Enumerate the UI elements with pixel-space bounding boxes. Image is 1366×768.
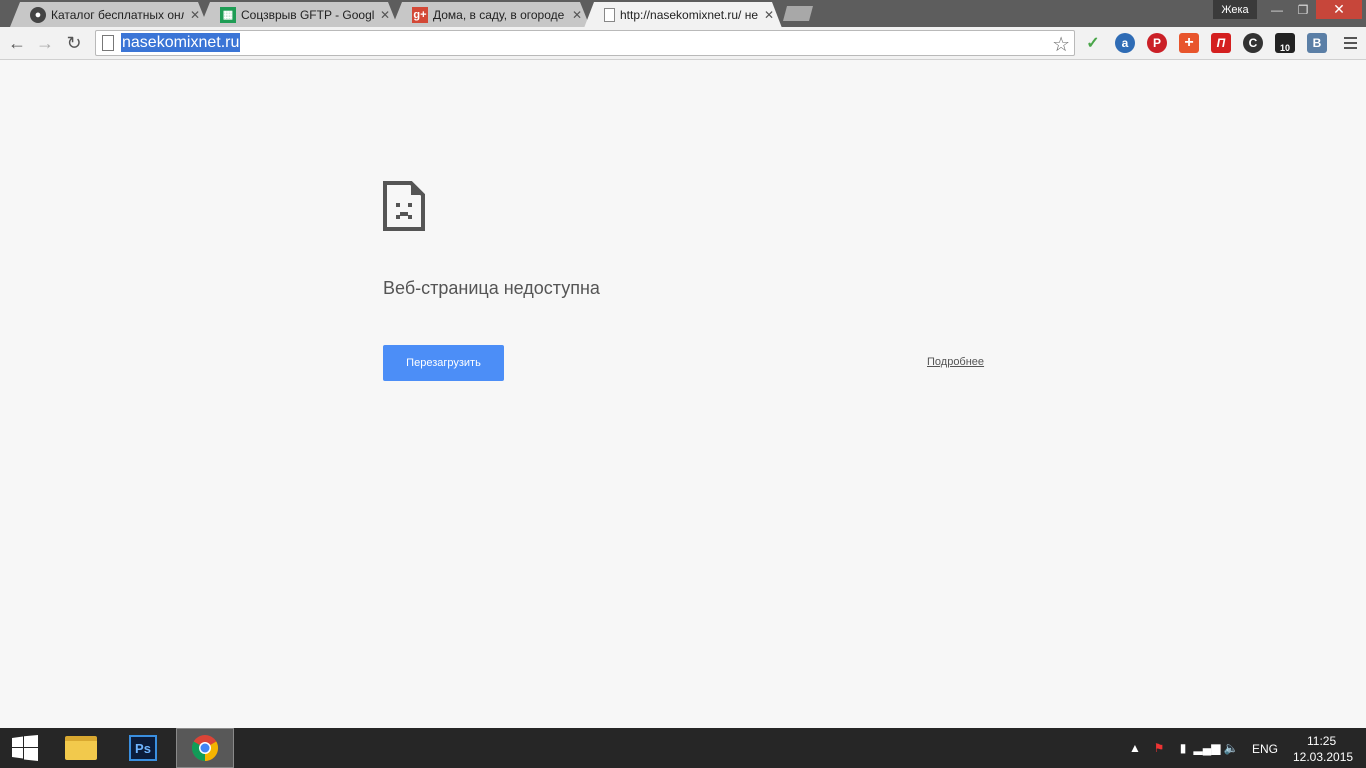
page-icon bbox=[102, 35, 114, 51]
refresh-extension-icon[interactable]: C bbox=[1243, 33, 1263, 53]
url-text[interactable]: nasekomixnet.ru bbox=[121, 33, 241, 52]
volume-icon[interactable]: 🔈 bbox=[1223, 740, 1239, 756]
extension-p-icon[interactable]: П bbox=[1211, 33, 1231, 53]
battery-icon[interactable]: ▮ bbox=[1175, 740, 1191, 756]
new-tab-button[interactable] bbox=[783, 6, 813, 21]
tab-title: Дома, в саду, в огороде bbox=[433, 7, 565, 22]
sad-page-icon bbox=[383, 181, 425, 231]
vk-icon[interactable]: B bbox=[1307, 33, 1327, 53]
address-bar[interactable]: nasekomixnet.ru ☆ bbox=[95, 30, 1075, 56]
photoshop-icon: Ps bbox=[129, 735, 157, 761]
amazon-icon[interactable]: a bbox=[1115, 33, 1135, 53]
profile-button[interactable]: Жека bbox=[1213, 0, 1257, 19]
close-icon[interactable]: ✕ bbox=[570, 8, 584, 22]
tab-title: Каталог бесплатных онлайн bbox=[51, 7, 181, 22]
close-window-button[interactable]: ✕ bbox=[1316, 0, 1362, 19]
plus-extension-icon[interactable]: + bbox=[1179, 33, 1199, 53]
folder-icon bbox=[65, 736, 97, 760]
windows-logo-icon bbox=[12, 735, 38, 761]
page-icon bbox=[604, 8, 615, 22]
tab-catalog[interactable]: ● Каталог бесплатных онлайн ✕ bbox=[10, 2, 208, 27]
tab-active[interactable]: http://nasekomixnet.ru/ не ✕ bbox=[584, 2, 782, 28]
start-button[interactable] bbox=[0, 728, 50, 768]
minimize-button[interactable]: — bbox=[1264, 0, 1290, 19]
file-explorer-button[interactable] bbox=[58, 728, 104, 768]
windows-taskbar: Ps ▲ ⚑ ▮ ▂▄▆ 🔈 ENG 11:25 12.03.2015 bbox=[0, 728, 1366, 768]
reload-button[interactable]: Перезагрузить bbox=[383, 345, 504, 381]
chrome-menu-button[interactable] bbox=[1340, 33, 1360, 53]
screenshot-extension-icon[interactable]: 10 bbox=[1275, 33, 1295, 53]
action-center-icon[interactable]: ⚑ bbox=[1151, 740, 1167, 756]
tab-sheets[interactable]: ▦ Соцзврыв GFTP - Google ✕ bbox=[200, 2, 398, 27]
close-icon[interactable]: ✕ bbox=[378, 8, 392, 22]
github-icon: ● bbox=[30, 7, 46, 23]
adguard-icon[interactable]: ✓ bbox=[1083, 33, 1103, 53]
sheets-icon: ▦ bbox=[220, 7, 236, 23]
forward-button[interactable]: → bbox=[33, 31, 57, 55]
pinterest-icon[interactable]: P bbox=[1147, 33, 1167, 53]
reload-icon[interactable]: ↻ bbox=[62, 31, 86, 55]
clock-date[interactable]: 12.03.2015 bbox=[1293, 750, 1353, 764]
restore-button[interactable]: ❐ bbox=[1290, 0, 1316, 19]
language-indicator[interactable]: ENG bbox=[1252, 742, 1278, 756]
chrome-icon bbox=[191, 735, 219, 762]
browser-toolbar: ← → ↻ nasekomixnet.ru ☆ ✓ a P + П C 10 B bbox=[0, 27, 1366, 60]
clock-time[interactable]: 11:25 bbox=[1307, 734, 1336, 748]
tab-title: http://nasekomixnet.ru/ не bbox=[620, 8, 758, 22]
network-signal-icon[interactable]: ▂▄▆ bbox=[1194, 740, 1221, 756]
photoshop-button[interactable]: Ps bbox=[120, 728, 166, 768]
error-title: Веб-страница недоступна bbox=[383, 278, 600, 298]
tab-google-plus[interactable]: g+ Дома, в саду, в огороде ✕ bbox=[392, 2, 590, 27]
close-icon[interactable]: ✕ bbox=[188, 8, 202, 22]
tab-title: Соцзврыв GFTP - Google bbox=[241, 7, 374, 22]
bookmark-star-icon[interactable]: ☆ bbox=[1052, 32, 1070, 57]
google-plus-icon: g+ bbox=[413, 8, 427, 21]
details-link[interactable]: Подробнее bbox=[927, 356, 984, 368]
show-hidden-icons-icon[interactable]: ▲ bbox=[1127, 740, 1143, 756]
title-bar: ● Каталог бесплатных онлайн ✕ ▦ Соцзврыв… bbox=[0, 0, 1366, 27]
close-icon[interactable]: ✕ bbox=[762, 8, 776, 22]
back-button[interactable]: ← bbox=[5, 31, 29, 55]
chrome-taskbar-button[interactable] bbox=[176, 728, 234, 768]
